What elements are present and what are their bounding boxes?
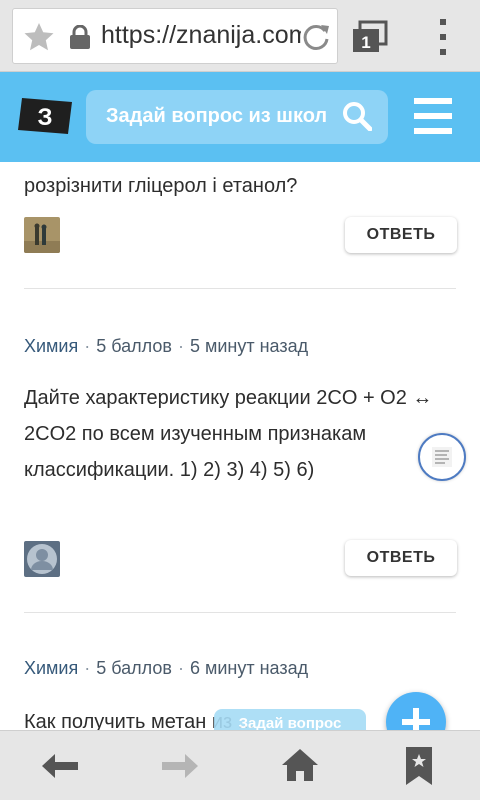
search-input[interactable]: Задай вопрос из школ — [86, 90, 388, 144]
plus-icon — [402, 708, 430, 730]
star-icon[interactable] — [23, 21, 55, 53]
znanija-logo[interactable]: З — [18, 98, 72, 134]
divider — [24, 612, 456, 613]
hamburger-menu-icon[interactable] — [414, 96, 452, 136]
time-label: 6 минут назад — [189, 658, 309, 678]
app-header: З Задай вопрос из школ — [0, 72, 480, 162]
question-meta: Химия · 5 баллов · 5 минут назад — [24, 336, 309, 356]
overflow-menu-icon[interactable] — [433, 17, 453, 57]
svg-text:З: З — [37, 104, 52, 131]
address-bar[interactable]: https://znanija.com — [12, 8, 338, 64]
url-text[interactable]: https://znanija.com — [101, 21, 301, 50]
tabs-button[interactable]: 1 — [352, 20, 388, 54]
search-icon[interactable] — [342, 101, 372, 131]
floating-helper-icon[interactable] — [418, 433, 466, 481]
browser-toolbar: https://znanija.com 1 — [0, 0, 480, 72]
browser-bottom-bar — [0, 730, 480, 800]
answer-button[interactable]: ОТВЕТЬ — [345, 540, 457, 576]
subject-link[interactable]: Химия — [24, 336, 78, 356]
question-text[interactable]: розрізнити гліцерол і етанол? — [24, 168, 454, 204]
tab-count: 1 — [361, 33, 370, 52]
ask-question-button[interactable]: Задай вопрос — [214, 709, 366, 730]
points-label: 5 баллов — [96, 336, 172, 356]
divider — [24, 288, 456, 289]
bookmark-icon[interactable] — [406, 747, 432, 785]
answer-button[interactable]: ОТВЕТЬ — [345, 217, 457, 253]
question-meta: Химия · 5 баллов · 6 минут назад — [24, 658, 309, 678]
reload-icon[interactable] — [301, 22, 331, 52]
avatar[interactable] — [24, 217, 60, 253]
points-label: 5 баллов — [96, 658, 172, 678]
question-feed: розрізнити гліцерол і етанол? ОТВЕТЬ Хим… — [0, 162, 480, 730]
question-text[interactable]: Дайте характеристику реакции 2CO + O2 ↔ … — [24, 380, 454, 488]
tabs-icon: 1 — [353, 20, 388, 52]
forward-arrow-icon[interactable] — [162, 751, 198, 781]
search-placeholder: Задай вопрос из школ — [106, 105, 328, 127]
back-arrow-icon[interactable] — [42, 751, 78, 781]
add-question-button[interactable] — [386, 692, 446, 730]
avatar[interactable] — [24, 541, 60, 577]
time-label: 5 минут назад — [189, 336, 309, 356]
subject-link[interactable]: Химия — [24, 658, 78, 678]
home-icon[interactable] — [282, 747, 318, 783]
lock-icon — [70, 25, 90, 49]
